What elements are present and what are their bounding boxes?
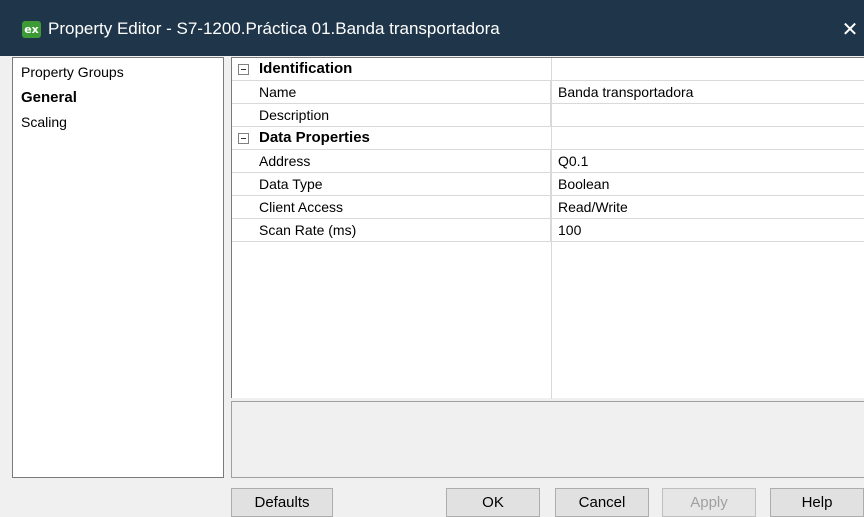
property-row-name[interactable]: Name Banda transportadora <box>232 81 864 104</box>
row-gutter <box>232 150 259 173</box>
help-button[interactable]: Help <box>770 488 864 517</box>
property-row-data-type[interactable]: Data Type Boolean <box>232 173 864 196</box>
cancel-button[interactable]: Cancel <box>555 488 649 517</box>
group-item-scaling[interactable]: Scaling <box>21 114 67 130</box>
row-gutter <box>232 219 259 242</box>
collapse-minus-icon[interactable] <box>238 64 249 75</box>
property-name: Scan Rate (ms) <box>259 219 551 242</box>
app-icon: ex <box>22 21 41 38</box>
apply-button[interactable]: Apply <box>662 488 756 517</box>
group-item-general[interactable]: General <box>21 89 77 106</box>
property-value[interactable]: 100 <box>551 219 864 242</box>
section-title: Identification <box>259 58 864 81</box>
property-name: Address <box>259 150 551 173</box>
section-identification[interactable]: Identification <box>232 58 864 81</box>
property-value[interactable] <box>551 104 864 127</box>
row-gutter <box>232 104 259 127</box>
defaults-button[interactable]: Defaults <box>231 488 333 517</box>
row-gutter <box>232 81 259 104</box>
property-value[interactable]: Read/Write <box>551 196 864 219</box>
row-gutter <box>232 127 259 150</box>
row-gutter <box>232 173 259 196</box>
row-gutter <box>232 196 259 219</box>
property-groups-panel: Property Groups General Scaling <box>12 57 224 478</box>
row-gutter <box>232 58 259 81</box>
property-value[interactable]: Q0.1 <box>551 150 864 173</box>
property-value[interactable]: Banda transportadora <box>551 81 864 104</box>
ok-button[interactable]: OK <box>446 488 540 517</box>
property-row-address[interactable]: Address Q0.1 <box>232 150 864 173</box>
property-name: Name <box>259 81 551 104</box>
property-name: Client Access <box>259 196 551 219</box>
property-value[interactable]: Boolean <box>551 173 864 196</box>
property-row-description[interactable]: Description <box>232 104 864 127</box>
section-title: Data Properties <box>259 127 864 150</box>
property-description-box <box>231 401 864 478</box>
property-name: Data Type <box>259 173 551 196</box>
property-row-client-access[interactable]: Client Access Read/Write <box>232 196 864 219</box>
property-groups-header: Property Groups <box>21 64 124 80</box>
collapse-minus-icon[interactable] <box>238 133 249 144</box>
title-bar: ex Property Editor - S7-1200.Práctica 01… <box>0 0 864 56</box>
property-grid: Identification Name Banda transportadora… <box>231 57 864 399</box>
window-title: Property Editor - S7-1200.Práctica 01.Ba… <box>48 19 500 38</box>
property-name: Description <box>259 104 551 127</box>
property-row-scan-rate[interactable]: Scan Rate (ms) 100 <box>232 219 864 242</box>
section-data-properties[interactable]: Data Properties <box>232 127 864 150</box>
close-icon[interactable]: ✕ <box>836 14 864 44</box>
